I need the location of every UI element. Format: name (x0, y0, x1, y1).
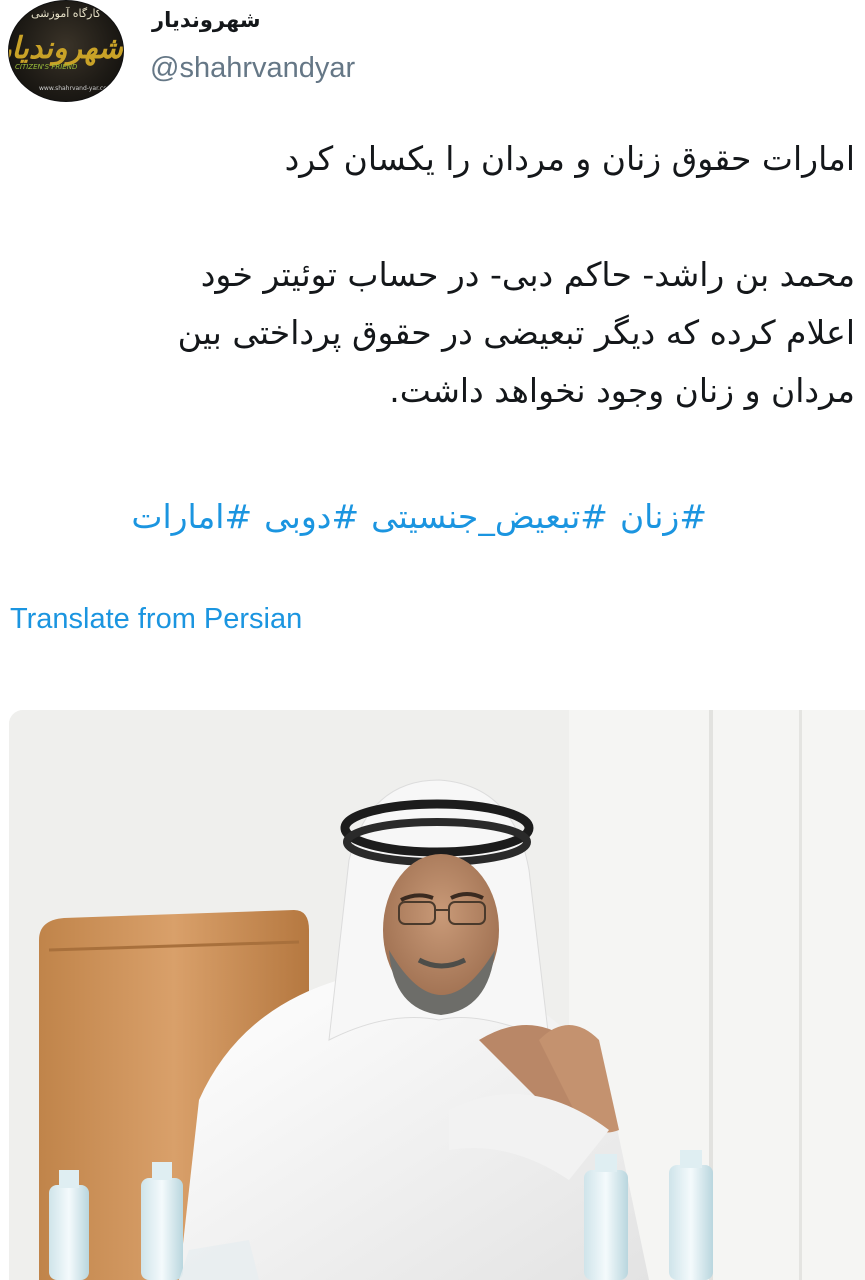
author-display-name[interactable]: شهروندیار (152, 8, 261, 32)
tweet-text: امارات حقوق زنان و مردان را یکسان کرد مح… (0, 130, 855, 420)
profile-avatar[interactable]: کارگاه آموزشی شهروندیار CITIZEN'S FRIEND… (8, 0, 124, 102)
hashtag-link[interactable]: #تبعیض_جنسیتی (371, 497, 608, 536)
tweet-photo[interactable] (9, 710, 865, 1280)
hashtag-link[interactable]: #زنان (620, 497, 707, 536)
author-handle[interactable]: @shahrvandyar (150, 52, 355, 85)
hashtag-link[interactable]: #امارات (131, 497, 252, 536)
avatar-url-text: www.shahrvand-yar.com (39, 85, 113, 92)
hashtag-row: #زنان #تبعیض_جنسیتی #دوبی #امارات (119, 488, 707, 546)
hashtag-link[interactable]: #دوبی (264, 497, 359, 536)
tweet-body-line: مردان و زنان وجود نخواهد داشت. (389, 371, 855, 410)
avatar-logo-text: شهروندیار (8, 31, 123, 66)
translate-link[interactable]: Translate from Persian (10, 603, 302, 636)
avatar-top-text: کارگاه آموزشی (30, 7, 102, 20)
tweet-body-line: محمد بن راشد- حاکم دبی- در حساب توئیتر خ… (200, 255, 855, 294)
photo-illustration (9, 710, 865, 1280)
tweet-title-line: امارات حقوق زنان و مردان را یکسان کرد (284, 139, 855, 178)
tweet-body-line: اعلام کرده که دیگر تبعیضی در حقوق پرداخت… (177, 313, 855, 352)
avatar-sub-text: CITIZEN'S FRIEND (15, 63, 78, 71)
